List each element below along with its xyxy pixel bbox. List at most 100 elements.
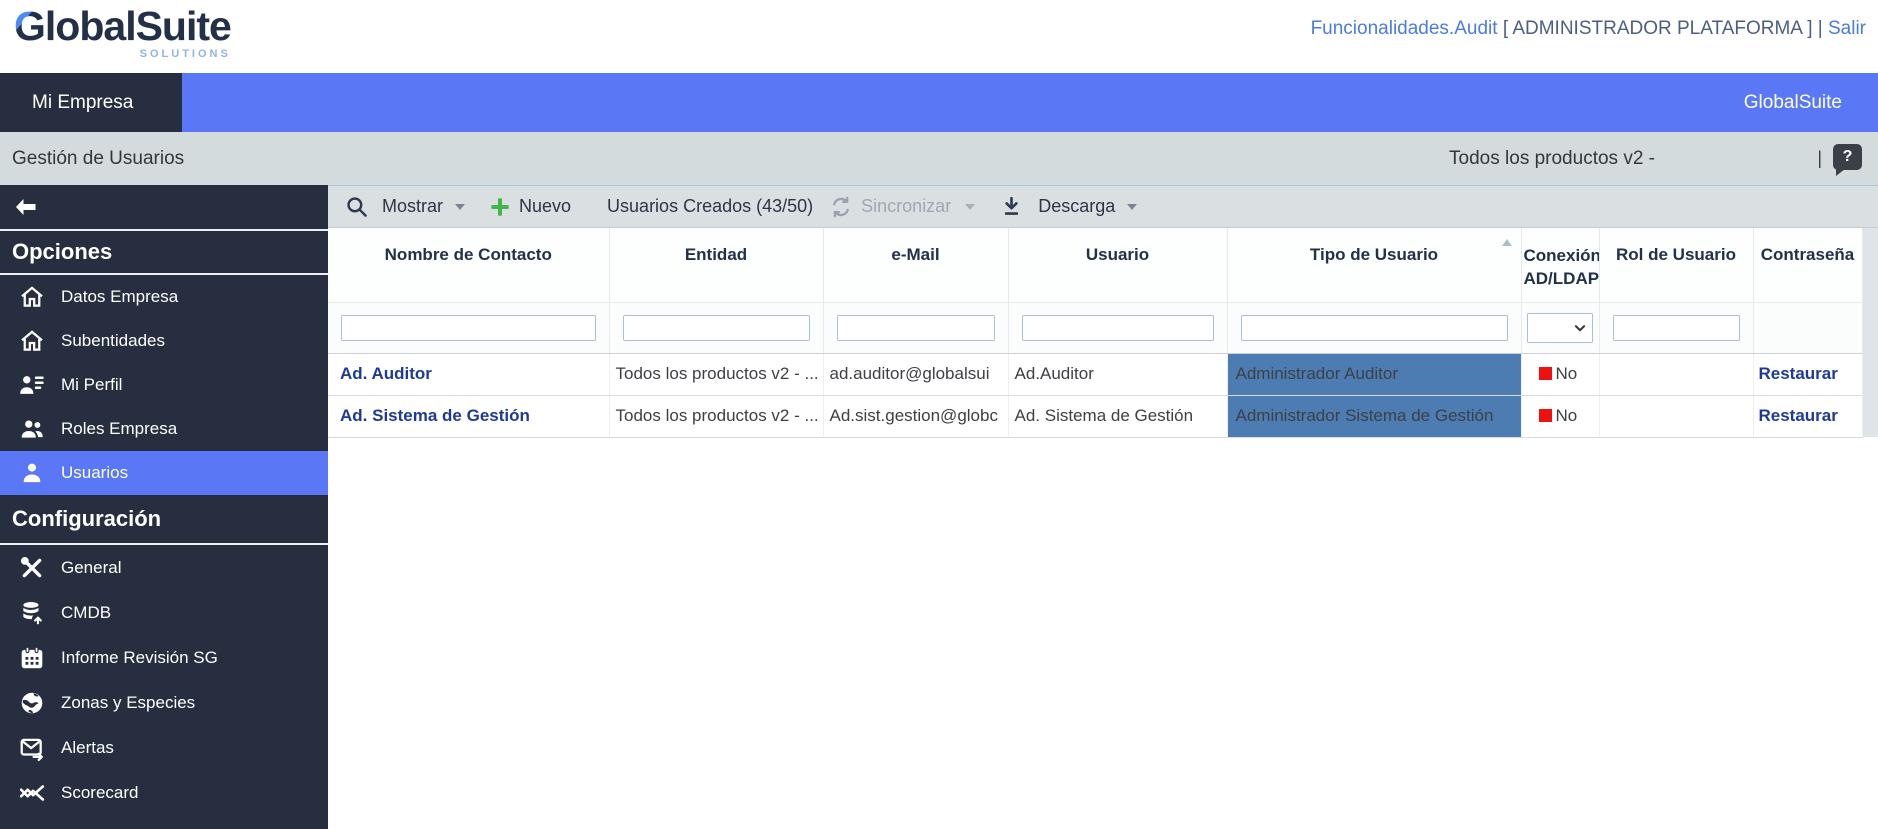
sidebar-item-label: Datos Empresa	[61, 287, 178, 307]
sidebar-item-label: Mi Perfil	[61, 375, 122, 395]
sidebar-item-label: Informe Revisión SG	[61, 648, 218, 668]
users-created-counter: Usuarios Creados (43/50)	[607, 196, 813, 217]
sidebar-item-label: Zonas y Especies	[61, 693, 195, 713]
sidebar-item-label: Alertas	[61, 738, 114, 758]
globe-icon	[18, 689, 46, 717]
help-icon[interactable]: ?	[1833, 144, 1862, 170]
entidad-cell: Todos los productos v2 - ...	[609, 395, 823, 437]
conexion-value: No	[1556, 364, 1578, 383]
sidebar-item-zonas-especies[interactable]: Zonas y Especies	[0, 680, 328, 725]
nuevo-button[interactable]: Nuevo	[519, 196, 571, 217]
table-header-row: Nombre de Contacto Entidad e-Mail Usuari…	[328, 228, 1862, 302]
filter-rol-input[interactable]	[1613, 315, 1740, 341]
sidebar-heading-opciones: Opciones	[0, 231, 328, 275]
sidebar-item-alertas[interactable]: Alertas	[0, 725, 328, 770]
sidebar-item-label: Roles Empresa	[61, 419, 177, 439]
usuario-cell: Ad. Sistema de Gestión	[1008, 395, 1227, 437]
filter-email-input[interactable]	[837, 315, 995, 341]
entidad-cell: Todos los productos v2 - ...	[609, 353, 823, 395]
logout-link[interactable]: Salir	[1828, 18, 1866, 39]
conexion-value: No	[1556, 406, 1578, 425]
calendar-icon	[18, 644, 46, 672]
profile-icon	[18, 371, 46, 399]
user-icon	[18, 459, 46, 487]
rol-cell	[1599, 353, 1753, 395]
filter-usuario-input[interactable]	[1022, 315, 1214, 341]
globalsuite-logo: GlobalSuite SOLUTIONS	[14, 6, 231, 60]
sidebar-item-label: General	[61, 558, 121, 578]
filter-adldap-select[interactable]	[1527, 313, 1593, 343]
main-content: Mostrar Nuevo Usuarios Creados (43/50) S…	[328, 185, 1878, 829]
sidebar-item-general[interactable]: General	[0, 545, 328, 590]
sidebar-item-informe-revision[interactable]: Informe Revisión SG	[0, 635, 328, 680]
download-icon[interactable]	[1001, 196, 1022, 217]
sidebar-item-subentidades[interactable]: Subentidades	[0, 319, 328, 363]
descarga-dropdown-caret[interactable]	[1127, 204, 1137, 210]
people-icon	[18, 415, 46, 443]
grid-toolbar: Mostrar Nuevo Usuarios Creados (43/50) S…	[328, 185, 1878, 228]
tipo-usuario-cell: Administrador Sistema de Gestión	[1227, 395, 1521, 437]
search-icon[interactable]	[345, 195, 368, 218]
links-separator: |	[1818, 18, 1823, 39]
sidebar-item-roles-empresa[interactable]: Roles Empresa	[0, 407, 328, 451]
tipo-usuario-cell: Administrador Auditor	[1227, 353, 1521, 395]
table-row: Ad. Auditor Todos los productos v2 - ...…	[328, 353, 1862, 395]
sidebar-item-cmdb[interactable]: CMDB	[0, 590, 328, 635]
sort-asc-icon	[1502, 239, 1512, 246]
nav-brand-label: GlobalSuite	[1744, 73, 1842, 132]
col-header-entidad[interactable]: Entidad	[609, 228, 823, 302]
home-icon	[18, 283, 46, 311]
sidebar-heading-configuracion: Configuración	[0, 495, 328, 545]
col-header-usuario[interactable]: Usuario	[1008, 228, 1227, 302]
user-name-link[interactable]: Ad. Auditor	[340, 364, 432, 383]
email-cell: Ad.sist.gestion@globc	[823, 395, 1008, 437]
top-header: GlobalSuite SOLUTIONS Funcionalidades.Au…	[0, 0, 1878, 73]
plus-icon[interactable]	[489, 196, 511, 218]
sidebar-back-button[interactable]	[0, 185, 328, 231]
tools-icon	[18, 554, 46, 582]
users-table: Nombre de Contacto Entidad e-Mail Usuari…	[328, 228, 1863, 438]
mostrar-button[interactable]: Mostrar	[382, 196, 443, 217]
col-header-conexion[interactable]: Conexión AD/LDAP	[1521, 228, 1599, 302]
sidebar-item-label: Usuarios	[61, 463, 128, 483]
mostrar-dropdown-caret[interactable]	[455, 204, 465, 210]
filter-tipo-input[interactable]	[1241, 315, 1508, 341]
status-red-icon	[1539, 409, 1552, 422]
rol-cell	[1599, 395, 1753, 437]
sync-icon	[829, 195, 853, 219]
usuario-cell: Ad.Auditor	[1008, 353, 1227, 395]
user-name-link[interactable]: Ad. Sistema de Gestión	[340, 406, 530, 425]
col-header-contrasena[interactable]: Contraseña	[1753, 228, 1862, 302]
home-icon	[18, 327, 46, 355]
sidebar-item-label: Subentidades	[61, 331, 165, 351]
page-title: Gestión de Usuarios	[12, 132, 184, 185]
filter-nombre-input[interactable]	[341, 315, 596, 341]
table-right-gutter	[1862, 228, 1878, 437]
col-header-nombre[interactable]: Nombre de Contacto	[328, 228, 609, 302]
sidebar-item-mi-perfil[interactable]: Mi Perfil	[0, 363, 328, 407]
sidebar-item-usuarios[interactable]: Usuarios	[0, 451, 328, 495]
primary-nav-bar: Mi Empresa GlobalSuite	[0, 73, 1878, 132]
col-header-rol[interactable]: Rol de Usuario	[1599, 228, 1753, 302]
mail-forward-icon	[18, 734, 46, 762]
sidebar: Opciones Datos Empresa Subentidades Mi P…	[0, 185, 328, 829]
sidebar-item-datos-empresa[interactable]: Datos Empresa	[0, 275, 328, 319]
pagebar-separator: |	[1817, 132, 1822, 185]
conexion-cell: No	[1521, 395, 1599, 437]
descarga-button[interactable]: Descarga	[1038, 196, 1115, 217]
conexion-header-line1: Conexión	[1524, 246, 1600, 265]
account-links: Funcionalidades.Audit [ ADMINISTRADOR PL…	[1311, 18, 1866, 40]
tab-mi-empresa[interactable]: Mi Empresa	[0, 73, 182, 132]
col-header-tipo-label: Tipo de Usuario	[1310, 245, 1438, 264]
back-arrow-icon	[12, 195, 39, 219]
filter-entidad-input[interactable]	[623, 315, 810, 341]
restaurar-link[interactable]: Restaurar	[1759, 364, 1838, 383]
col-header-tipo[interactable]: Tipo de Usuario	[1227, 228, 1521, 302]
restaurar-link[interactable]: Restaurar	[1759, 406, 1838, 425]
col-header-email[interactable]: e-Mail	[823, 228, 1008, 302]
sidebar-item-scorecard[interactable]: Scorecard	[0, 770, 328, 815]
functionality-link[interactable]: Funcionalidades.Audit	[1311, 18, 1498, 39]
logo-subtext: SOLUTIONS	[14, 49, 231, 60]
scorecard-icon	[18, 779, 46, 807]
sidebar-item-label: CMDB	[61, 603, 111, 623]
